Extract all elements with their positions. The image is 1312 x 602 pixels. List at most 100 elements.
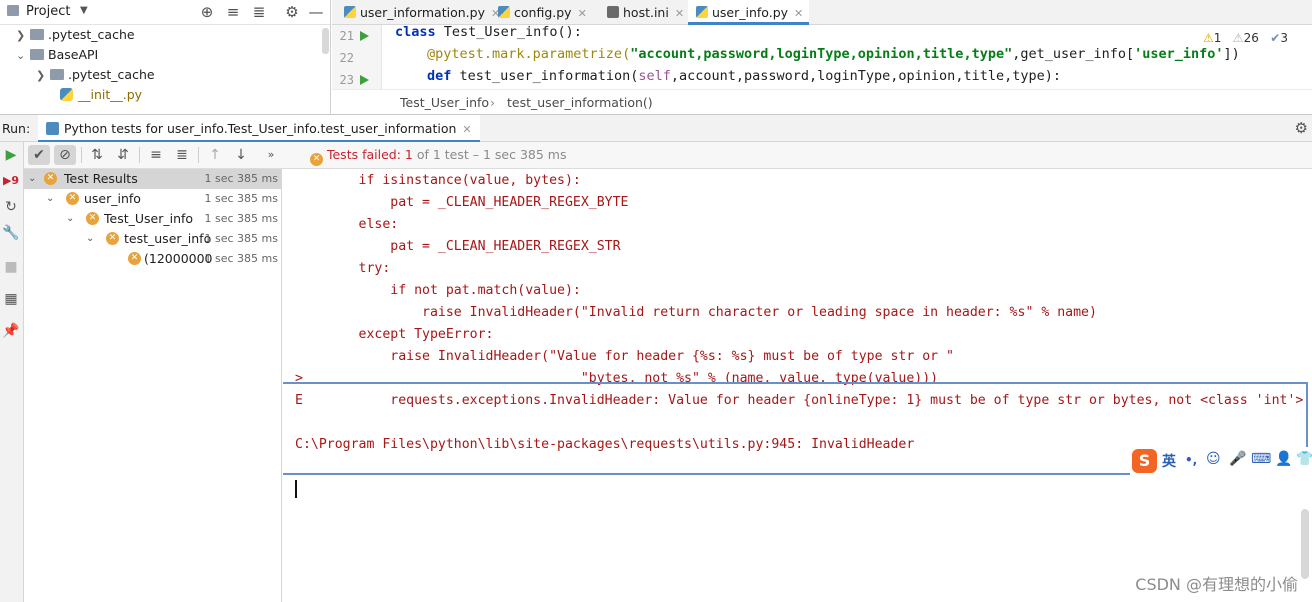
console-line: try: [295,261,391,276]
folder-icon [30,29,44,40]
breadcrumb-class[interactable]: Test_User_info [400,95,489,110]
test-node-test-user-info[interactable]: ⌄ ✕ Test_User_info 1 sec 385 ms [24,209,281,229]
console-line: else: [295,217,399,232]
show-passed-icon[interactable]: ✔ [28,145,50,165]
test-node-test-user-information[interactable]: ⌄ ✕ test_user_informa 1 sec 385 ms [24,229,281,249]
wrench-icon[interactable]: 🔧 [2,224,20,242]
show-ignored-icon[interactable]: ⊘ [54,145,76,165]
test-node-param-case[interactable]: ✕ (120000000 1 sec 385 ms [24,249,281,269]
close-icon[interactable]: ✕ [794,7,803,20]
project-title[interactable]: Project [26,4,70,19]
warning-icon: ⚠ [1202,31,1214,45]
rerun-failed-icon[interactable]: ▶9 [2,172,20,190]
failed-icon: ✕ [66,192,79,205]
chevron-down-icon[interactable]: ⌄ [28,169,36,189]
run-configuration-tab[interactable]: Python tests for user_info.Test_User_inf… [38,115,480,143]
tab-user-info-py[interactable]: user_info.py ✕ [688,0,810,25]
chevron-down-icon[interactable]: ⌄ [86,229,94,249]
test-results-root[interactable]: ⌄ ✕ Test Results 1 sec 385 ms [24,169,281,189]
rerun-icon[interactable]: ▶ [2,146,20,164]
skin-shirt-icon[interactable]: 👕 [1296,451,1312,467]
close-icon[interactable]: ✕ [462,123,471,136]
close-icon[interactable]: ✕ [675,7,684,20]
python-test-icon [46,122,59,135]
toggle-auto-test-icon[interactable]: ↻ [2,198,20,216]
ime-toolbar: S 英 •, ☺ 🎤 ⌨ 👤 👕 [1130,447,1312,475]
pin-icon[interactable]: 📌 [2,322,20,340]
ini-file-icon [607,6,619,18]
close-icon[interactable]: ✕ [578,7,587,20]
gear-icon[interactable]: ⚙ [1295,119,1308,137]
tree-item-pytest-cache-sub[interactable]: ❯ .pytest_cache [36,65,155,85]
code-editor[interactable]: class Test_User_info(): @pytest.mark.par… [383,24,1312,89]
chevron-right-icon[interactable]: ❯ [16,26,30,46]
tree-item-init-py[interactable]: __init__.py [60,85,142,105]
chevron-right-icon[interactable]: ❯ [36,66,50,86]
text-caret [295,480,297,498]
test-console-output[interactable]: if isinstance(value, bytes): pat = _CLEA… [283,169,1312,602]
console-scrollbar[interactable] [1301,509,1309,579]
console-line: except TypeError: [295,327,494,342]
failed-icon: ✕ [310,153,323,166]
python-file-icon [344,6,356,18]
failed-icon: ✕ [44,172,57,185]
chevron-down-icon[interactable]: ▼ [80,5,88,16]
chevron-down-icon[interactable]: ⌄ [46,189,54,209]
python-file-icon [696,6,708,18]
chevron-down-icon[interactable]: ⌄ [66,209,74,229]
breadcrumb-method[interactable]: test_user_information() [507,95,653,110]
line-number: 23 [339,73,354,87]
breadcrumb-separator-icon: › [490,95,495,110]
run-label: Run: [2,121,31,136]
console-line: raise InvalidHeader("Invalid return char… [295,305,1097,320]
tab-host-ini[interactable]: host.ini ✕ [599,0,690,25]
previous-failed-icon[interactable]: ↑ [204,145,226,165]
tree-item-baseapi[interactable]: ⌄ BaseAPI [16,45,98,65]
weak-warning-icon: ⚠ [1232,31,1244,45]
microphone-icon[interactable]: 🎤 [1229,451,1246,467]
run-icon[interactable] [360,75,369,85]
failed-icon: ✕ [86,212,99,225]
user-icon[interactable]: 👤 [1275,451,1292,467]
test-runner-toolbar: ✔ ⊘ ⇅ ⇵ ≡ ≣ ↑ ↓ » ✕ Tests failed: 1 of 1… [24,142,1312,169]
line-number: 22 [339,51,354,65]
breadcrumb: Test_User_info › test_user_information() [332,89,1312,114]
ime-language-toggle[interactable]: 英 [1162,451,1176,471]
more-icon[interactable]: » [260,145,282,165]
sort-alphabetically-icon[interactable]: ⇅ [86,145,108,165]
collapse-all-icon[interactable]: ≣ [171,145,193,165]
inspections-widget[interactable]: ⚠1 ⚠26 ✔3 [1203,31,1288,45]
python-file-icon [60,88,73,101]
stop-icon[interactable]: ■ [2,258,20,276]
gear-icon[interactable]: ⚙ [283,3,301,21]
next-failed-icon[interactable]: ↓ [230,145,252,165]
expand-all-icon[interactable]: ≡ [145,145,167,165]
expand-all-icon[interactable]: ≡ [224,3,242,21]
tree-item-pytest-cache[interactable]: ❯ .pytest_cache [16,25,135,45]
typo-icon: ✔ [1270,31,1281,45]
minimize-icon[interactable]: — [307,3,325,21]
sort-by-duration-icon[interactable]: ⇵ [112,145,134,165]
editor-gutter: 21 22 23 [332,25,382,89]
ime-punctuation-toggle[interactable]: •, [1185,453,1197,467]
failed-icon: ✕ [128,252,141,265]
test-node-user-info[interactable]: ⌄ ✕ user_info 1 sec 385 ms [24,189,281,209]
folder-icon [30,49,44,60]
smiley-icon[interactable]: ☺ [1206,451,1221,467]
sogou-logo-icon[interactable]: S [1132,449,1157,473]
line-number: 21 [339,29,354,43]
run-side-toolbar: ▶ ▶9 ↻ 🔧 ■ ▦ 📌 [0,142,24,602]
collapse-all-icon[interactable]: ≣ [250,3,268,21]
locate-icon[interactable]: ⊕ [198,3,216,21]
console-line: if isinstance(value, bytes): [295,173,581,188]
toolbar-divider [139,147,140,163]
layout-icon[interactable]: ▦ [2,290,20,308]
console-line: if not pat.match(value): [295,283,581,298]
test-status: ✕ Tests failed: 1 of 1 test – 1 sec 385 … [310,147,566,166]
project-scrollbar[interactable] [322,28,329,54]
console-line: raise InvalidHeader("Value for header {%… [295,349,954,364]
chevron-down-icon[interactable]: ⌄ [16,46,30,66]
project-header: Project ▼ ⊕ ≡ ≣ ⚙ — [0,0,330,25]
keyboard-icon[interactable]: ⌨ [1251,451,1271,467]
run-icon[interactable] [360,31,369,41]
